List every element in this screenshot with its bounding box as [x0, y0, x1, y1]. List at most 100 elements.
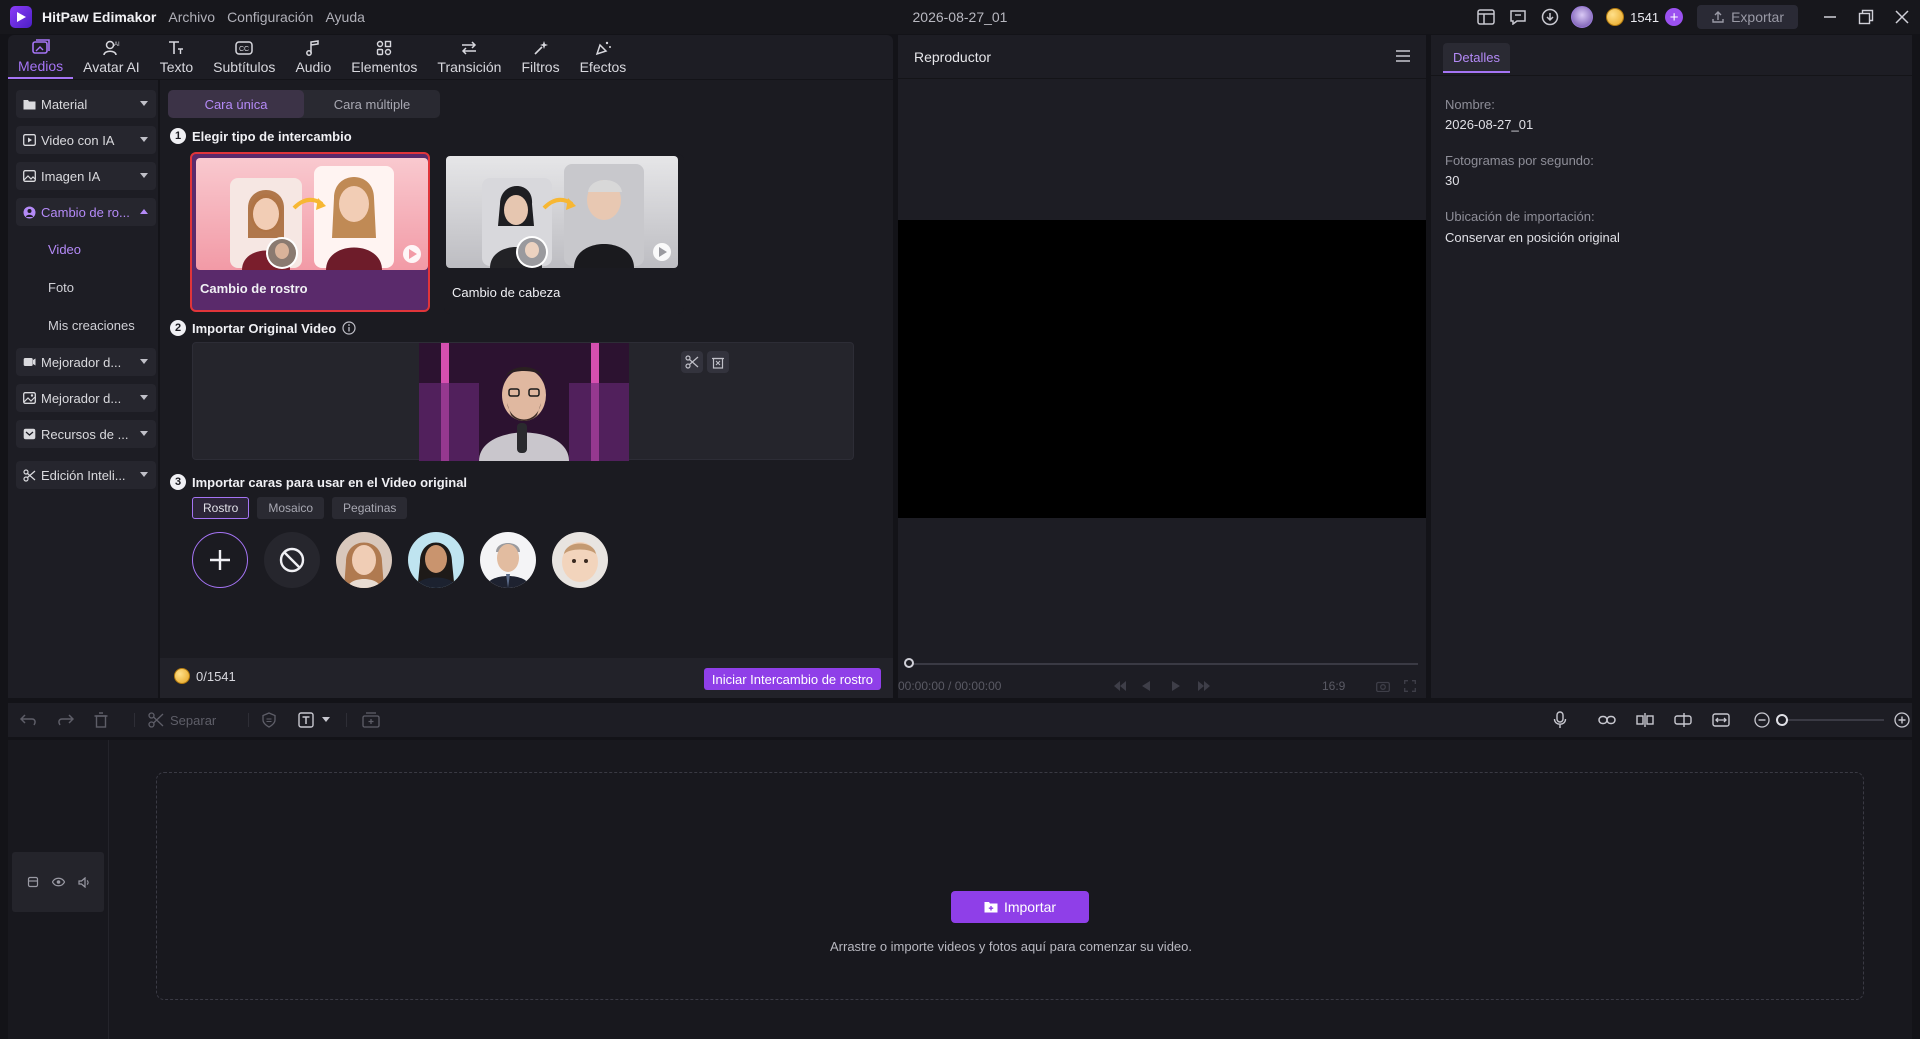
start-face-swap-button[interactable]: Iniciar Intercambio de rostro [703, 668, 881, 690]
skip-forward-icon[interactable] [1198, 681, 1210, 691]
field-value-fps: 30 [1445, 173, 1460, 188]
add-track-icon[interactable] [362, 711, 380, 729]
menu-ayuda[interactable]: Ayuda [325, 9, 364, 25]
add-face-button[interactable] [192, 532, 248, 588]
scissors-icon [148, 712, 164, 728]
menu-archivo[interactable]: Archivo [168, 9, 215, 25]
next-frame-icon[interactable] [1172, 681, 1180, 691]
split-clip-icon[interactable] [1636, 711, 1654, 729]
coin-icon [1606, 8, 1625, 26]
add-credits-icon[interactable]: + [1665, 8, 1684, 26]
close-icon[interactable] [1884, 0, 1920, 34]
speaker-icon[interactable] [77, 876, 90, 888]
skip-back-icon[interactable] [1114, 681, 1126, 691]
panel-footer: 0/1541 Iniciar Intercambio de rostro [160, 658, 893, 698]
step-3-heading: 3 Importar caras para usar en el Video o… [170, 474, 467, 490]
zoom-slider-handle[interactable] [1776, 714, 1788, 726]
zoom-out-icon[interactable] [1754, 711, 1770, 729]
folder-plus-icon [984, 902, 998, 913]
tab-label: Subtítulos [213, 59, 276, 75]
trim-clip-icon[interactable] [1674, 711, 1692, 729]
sidebar-item-mejorador-imagen[interactable]: Mejorador d... [16, 384, 156, 412]
restore-icon[interactable] [1848, 0, 1884, 34]
sidebar-subitem-foto[interactable]: Foto [48, 280, 74, 295]
tab-label: Medios [18, 58, 64, 74]
split-button[interactable]: Separar [148, 711, 216, 729]
link-icon[interactable] [1598, 711, 1616, 729]
tab-medios[interactable]: Medios [8, 35, 74, 79]
segment-cara-unica[interactable]: Cara única [168, 90, 304, 118]
track-lock-icon[interactable] [27, 876, 39, 888]
export-label: Exportar [1731, 9, 1784, 25]
sidebar-item-material[interactable]: Material [16, 90, 156, 118]
sidebar-item-label: Video con IA [41, 132, 115, 148]
sidebar-subitem-mis-creaciones[interactable]: Mis creaciones [48, 318, 135, 333]
step-1-heading: 1 Elegir tipo de intercambio [170, 128, 352, 144]
playback-scrubber[interactable] [908, 663, 1418, 665]
face-preset-woman-1[interactable] [336, 532, 392, 588]
sidebar-subitem-video[interactable]: Video [48, 242, 81, 257]
tab-subtitulos[interactable]: CC Subtítulos [203, 35, 285, 79]
import-button[interactable]: Importar [951, 891, 1089, 923]
sidebar-item-edicion-inteligente[interactable]: Edición Inteli... [16, 461, 156, 489]
tab-mosaico[interactable]: Mosaico [257, 497, 325, 519]
trash-icon[interactable] [94, 711, 108, 729]
face-preset-woman-2[interactable] [408, 532, 464, 588]
timeline-dropzone[interactable]: Importar Arrastre o importe videos y fot… [156, 772, 1864, 1000]
tab-transicion[interactable]: Transición [427, 35, 511, 79]
tab-avatar-ai[interactable]: AI Avatar AI [73, 35, 150, 79]
zoom-slider-track[interactable] [1784, 719, 1884, 721]
face-swap-icon [22, 205, 36, 219]
sidebar-item-video-con-ia[interactable]: Video con IA [16, 126, 156, 154]
menu-icon[interactable] [1396, 50, 1410, 62]
microphone-icon[interactable] [1553, 711, 1567, 729]
card-cambio-de-cabeza[interactable]: Cambio de cabeza [444, 154, 684, 314]
sidebar-item-mejorador-video[interactable]: Mejorador d... [16, 348, 156, 376]
face-swap-preview [196, 158, 428, 270]
undo-icon[interactable] [20, 711, 38, 729]
download-icon[interactable] [1534, 0, 1566, 34]
step-title: Importar caras para usar en el Video ori… [192, 474, 468, 490]
export-button[interactable]: Exportar [1697, 5, 1798, 29]
text-template-dropdown[interactable] [298, 711, 330, 729]
no-face-button[interactable] [264, 532, 320, 588]
user-avatar[interactable] [1566, 0, 1598, 34]
face-mode-toggle: Cara única Cara múltiple [168, 90, 440, 118]
sidebar-item-label: Mejorador d... [41, 390, 122, 406]
segment-cara-multiple[interactable]: Cara múltiple [304, 90, 440, 118]
sidebar-item-cambio-de-rostro[interactable]: Cambio de ro... [16, 198, 156, 226]
layout-icon[interactable] [1470, 0, 1502, 34]
minimize-icon[interactable] [1812, 0, 1848, 34]
fullscreen-icon[interactable] [1404, 680, 1416, 692]
tab-pegatinas[interactable]: Pegatinas [332, 497, 408, 519]
tab-efectos[interactable]: Efectos [570, 35, 637, 79]
sidebar-item-imagen-ia[interactable]: Imagen IA [16, 162, 156, 190]
prev-frame-icon[interactable] [1142, 681, 1150, 691]
fit-timeline-icon[interactable] [1712, 711, 1730, 729]
shield-icon[interactable] [262, 711, 276, 729]
face-preset-baby[interactable] [552, 532, 608, 588]
tab-detalles[interactable]: Detalles [1443, 43, 1510, 73]
tab-audio[interactable]: Audio [285, 35, 341, 79]
snapshot-icon[interactable] [1376, 680, 1390, 692]
menu-configuracion[interactable]: Configuración [227, 9, 313, 25]
tab-elementos[interactable]: Elementos [341, 35, 427, 79]
delete-icon[interactable] [707, 351, 729, 373]
zoom-in-icon[interactable] [1894, 711, 1910, 729]
trim-icon[interactable] [681, 351, 703, 373]
original-video-dropzone[interactable] [192, 342, 854, 461]
eye-icon[interactable] [51, 877, 65, 887]
tab-rostro[interactable]: Rostro [192, 497, 250, 519]
sidebar-item-recursos[interactable]: Recursos de ... [16, 420, 156, 448]
tab-filtros[interactable]: Filtros [511, 35, 569, 79]
video-preview [898, 220, 1426, 518]
sidebar-item-label: Recursos de ... [41, 426, 129, 442]
feedback-icon[interactable] [1502, 0, 1534, 34]
info-icon[interactable] [342, 321, 356, 335]
card-cambio-de-rostro[interactable]: Cambio de rostro [190, 152, 430, 312]
scrubber-handle[interactable] [904, 658, 914, 668]
redo-icon[interactable] [56, 711, 74, 729]
tab-texto[interactable]: Texto [150, 35, 203, 79]
face-preset-man[interactable] [480, 532, 536, 588]
aspect-ratio[interactable]: 16:9 [1322, 679, 1345, 693]
